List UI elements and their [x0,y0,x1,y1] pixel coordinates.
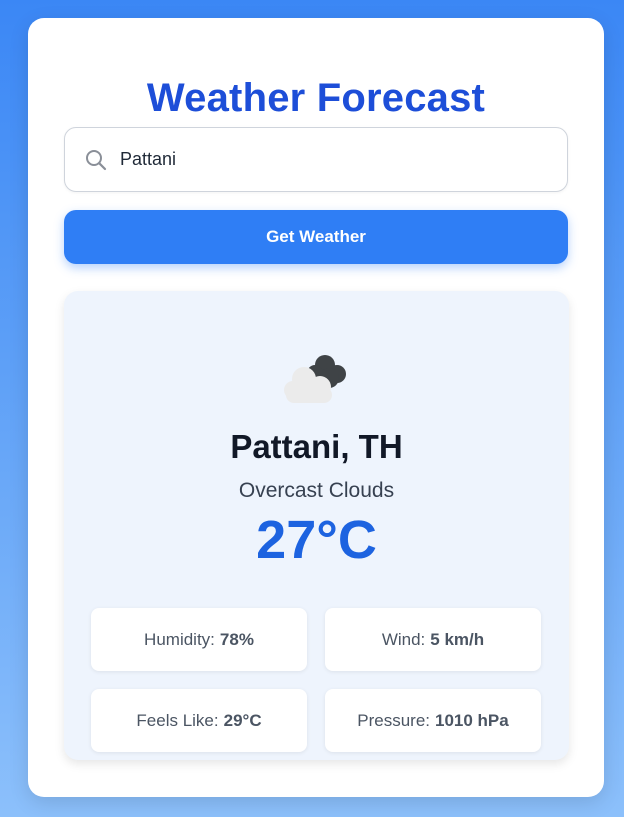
temperature-value: 27°C [256,510,377,570]
overcast-clouds-icon [276,343,360,405]
search-box[interactable] [64,127,568,192]
weather-result-panel: Pattani, TH Overcast Clouds 27°C Humidit… [64,291,569,760]
weather-card: Weather Forecast Get Weather [28,18,604,797]
wind-value: 5 km/h [430,629,485,649]
wind-label: Wind: [381,629,426,649]
feels-like-tile: Feels Like: 29°C [91,689,307,752]
search-icon [84,148,108,172]
location-name: Pattani, TH [230,428,403,465]
feels-like-value: 29°C [223,710,262,730]
pressure-tile: Pressure: 1010 hPa [325,689,541,752]
pressure-value: 1010 hPa [435,710,509,730]
weather-description: Overcast Clouds [238,479,395,502]
wind-tile: Wind: 5 km/h [325,608,541,671]
humidity-label: Humidity: [144,629,215,649]
city-search-input[interactable] [120,139,540,180]
humidity-tile: Humidity: 78% [91,608,307,671]
humidity-value: 78% [219,629,254,649]
feels-like-label: Feels Like: [136,710,219,730]
get-weather-button[interactable]: Get Weather [64,210,568,264]
page-title: Weather Forecast [146,76,486,120]
pressure-label: Pressure: [357,710,430,730]
